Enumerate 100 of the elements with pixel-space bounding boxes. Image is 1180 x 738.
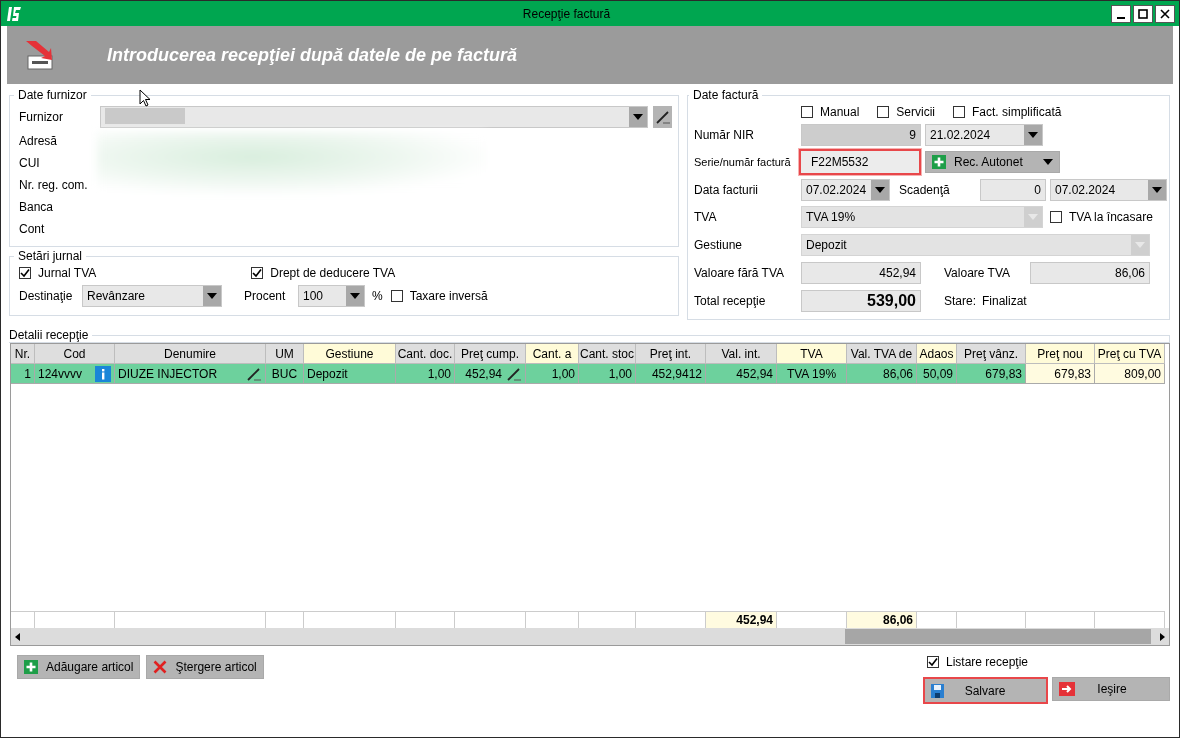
checkbox-label: Manual — [820, 105, 860, 119]
percent-dropdown[interactable]: 100 — [298, 285, 365, 307]
total-cell — [396, 611, 455, 628]
dropdown-arrow-icon — [1028, 214, 1038, 220]
total-cell — [526, 611, 579, 628]
total-cell — [455, 611, 526, 628]
checkbox[interactable] — [251, 267, 264, 279]
column-header[interactable]: TVA — [777, 344, 847, 364]
field-label: Serie/număr factură — [694, 156, 792, 168]
checkbox[interactable] — [390, 290, 403, 302]
group-title: Date furnizor — [17, 88, 88, 102]
window-title: Recepţie factură — [521, 6, 612, 21]
scrollbar-thumb[interactable] — [845, 629, 1151, 644]
dropdown-arrow-icon — [633, 114, 643, 120]
field-label: Banca — [19, 200, 55, 214]
cell-text: 50,09 — [922, 366, 953, 381]
exit-icon — [1059, 682, 1075, 696]
cell-text: 452,94 — [736, 366, 773, 381]
vat-value-field: 86,06 — [1030, 262, 1150, 284]
date-picker[interactable]: 21.02.2024 — [925, 123, 1043, 146]
group-title: Detalii recepţie — [8, 328, 90, 342]
field-label: Adresă — [19, 134, 59, 148]
field-label: TVA — [694, 210, 718, 224]
maximize-button[interactable] — [1133, 4, 1153, 23]
checkbox[interactable] — [927, 656, 939, 668]
banner-heading: Introducerea recepţiei după datele de pe factură — [107, 44, 518, 66]
total-cell — [11, 611, 35, 628]
column-header[interactable]: Preţ vânz. — [957, 344, 1026, 364]
column-header[interactable]: Cod — [35, 344, 115, 364]
info-icon[interactable] — [95, 365, 111, 382]
due-days-field[interactable]: 0 — [980, 179, 1046, 201]
column-header[interactable]: Adaos — [917, 344, 957, 364]
dropdown-arrow-icon — [1042, 159, 1053, 165]
total-cell — [957, 611, 1026, 628]
checkbox[interactable] — [953, 106, 966, 118]
checkbox[interactable] — [19, 267, 31, 279]
field-label: CUI — [19, 156, 41, 170]
minimize-icon — [1117, 16, 1125, 19]
add-item-button[interactable]: Adăugare articol — [17, 655, 141, 679]
minimize-button[interactable] — [1111, 4, 1131, 23]
total-field: 539,00 — [801, 290, 921, 312]
invoice-number-field[interactable]: F22M5532 — [799, 149, 921, 175]
field-label: Valoare TVA — [944, 266, 1012, 280]
exit-button[interactable]: Ieşire — [1052, 677, 1170, 701]
cell-text: 679,83 — [1054, 366, 1091, 381]
edit-button[interactable] — [653, 106, 672, 128]
cell-text: TVA 19% — [786, 366, 837, 381]
net-value-field: 452,94 — [801, 262, 921, 284]
checkbox-label: Servicii — [896, 105, 936, 119]
total-cell — [266, 611, 304, 628]
rec-autonet-button[interactable]: Rec. Autonet — [925, 151, 1060, 173]
checkbox-label: Jurnal TVA — [38, 266, 97, 280]
delete-item-button[interactable]: Ştergere articol — [146, 655, 264, 679]
column-header[interactable]: Preţ int. — [636, 344, 706, 364]
destination-dropdown[interactable]: Revânzare — [82, 285, 222, 307]
checkbox-label: Drept de deducere TVA — [270, 266, 396, 280]
column-header[interactable]: Val. TVA de — [847, 344, 917, 364]
checkbox-label: TVA la încasare — [1069, 210, 1153, 224]
column-header[interactable]: Cant. a — [526, 344, 579, 364]
group-title: Date factură — [692, 88, 760, 102]
cell-text: 809,00 — [1124, 366, 1161, 381]
column-header[interactable]: UM — [266, 344, 304, 364]
dropdown-arrow-icon — [350, 293, 360, 299]
field-label: Total recepţie — [694, 294, 767, 308]
field-label: Cont — [19, 222, 46, 236]
dropdown-arrow-icon — [1135, 242, 1145, 248]
save-button[interactable]: Salvare — [923, 677, 1048, 704]
cell-text: 1,00 — [427, 366, 451, 381]
column-header[interactable]: Nr. — [11, 344, 35, 364]
column-header[interactable]: Gestiune — [304, 344, 396, 364]
date-picker[interactable]: 07.02.2024 — [801, 179, 890, 201]
column-header[interactable]: Cant. stoc — [579, 344, 636, 364]
pen-icon — [506, 365, 522, 382]
cell-text: DIUZE INJECTOR — [118, 366, 219, 381]
dropdown-arrow-icon — [875, 187, 885, 193]
cross-icon — [153, 660, 168, 674]
field-label: Data facturii — [694, 183, 760, 197]
column-header[interactable]: Preţ nou — [1026, 344, 1095, 364]
cell-text: 124vvvv — [38, 366, 84, 381]
app-logo-icon — [6, 5, 22, 22]
column-header[interactable]: Preţ cu TVA — [1095, 344, 1165, 364]
date-picker[interactable]: 07.02.2024 — [1050, 179, 1167, 201]
checkbox[interactable] — [1050, 211, 1062, 223]
field-label: Nr. reg. com. — [19, 178, 89, 192]
horizontal-scrollbar[interactable] — [11, 628, 1169, 645]
checkbox[interactable] — [801, 106, 813, 118]
nir-number-field: 9 — [801, 123, 921, 146]
column-header[interactable]: Cant. doc. — [396, 344, 455, 364]
close-icon — [1160, 8, 1170, 19]
column-header[interactable]: Preţ cump. — [455, 344, 526, 364]
cell-text: 1,00 — [551, 366, 575, 381]
close-button[interactable] — [1155, 4, 1175, 23]
cell-text: BUC — [271, 366, 298, 381]
column-header[interactable]: Denumire — [115, 344, 266, 364]
column-header[interactable]: Val. int. — [706, 344, 777, 364]
field-label: Gestiune — [694, 238, 744, 252]
checkbox-label: Fact. simplificată — [972, 105, 1062, 119]
maximize-icon — [1138, 8, 1148, 19]
checkbox[interactable] — [877, 106, 890, 118]
total-cell — [1095, 611, 1165, 628]
